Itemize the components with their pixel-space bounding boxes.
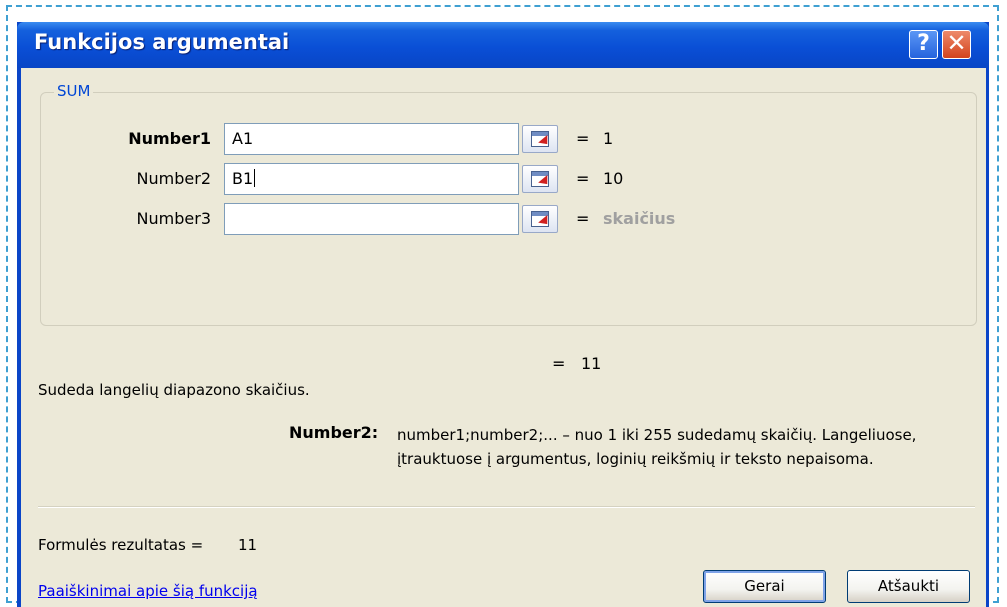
close-icon: ✕ [946,29,967,57]
argument-input-number2[interactable]: B1 [224,163,519,195]
argument-description-name: Number2: [289,423,379,442]
argument-description-text: number1;number2;... – nuo 1 iki 255 sude… [397,426,917,468]
argument-value-number2: B1 [232,169,254,188]
argument-result-number3: skaičius [603,209,676,228]
dialog-window: Funkcijos argumentai ? ✕ SUM Number1 A1 … [17,22,989,607]
argument-value-number1: A1 [232,129,254,148]
dialog-client-area: SUM Number1 A1 = 1 Number2 B1 = 10 Numbe… [21,68,986,607]
argument-input-number1[interactable]: A1 [224,123,519,155]
argument-equals-number2: = [576,169,590,188]
function-description: Sudeda langelių diapazono skaičius. [38,381,310,399]
help-button[interactable]: ? [909,30,938,59]
argument-equals-number1: = [576,129,590,148]
collapse-dialog-button-number3[interactable] [522,205,558,233]
help-icon: ? [917,31,930,56]
argument-result-number2: 10 [603,169,624,188]
formula-result-value: 11 [238,536,258,554]
close-button[interactable]: ✕ [942,30,971,59]
argument-label-number3: Number3 [136,209,211,228]
arguments-group: SUM Number1 A1 = 1 Number2 B1 = 10 Numbe… [40,82,977,326]
formula-result-label: Formulės rezultatas = [38,536,204,554]
function-result-value: 11 [581,354,602,373]
argument-input-number3[interactable] [224,203,519,235]
argument-label-number1: Number1 [128,129,211,148]
function-result-equals: = [552,354,566,373]
dialog-title: Funkcijos argumentai [34,30,290,54]
collapse-dialog-button-number2[interactable] [522,165,558,193]
ok-button[interactable]: Gerai [703,570,826,603]
argument-label-number2: Number2 [136,169,211,188]
function-help-link[interactable]: Paaiškinimai apie šią funkciją [38,582,258,600]
divider [38,506,975,508]
collapse-dialog-button-number1[interactable] [522,125,558,153]
function-name-label: SUM [54,82,94,100]
cancel-button[interactable]: Atšaukti [847,570,970,603]
argument-result-number1: 1 [603,129,614,148]
argument-equals-number3: = [576,209,590,228]
text-caret [254,169,256,187]
title-bar[interactable]: Funkcijos argumentai ? ✕ [17,22,989,68]
